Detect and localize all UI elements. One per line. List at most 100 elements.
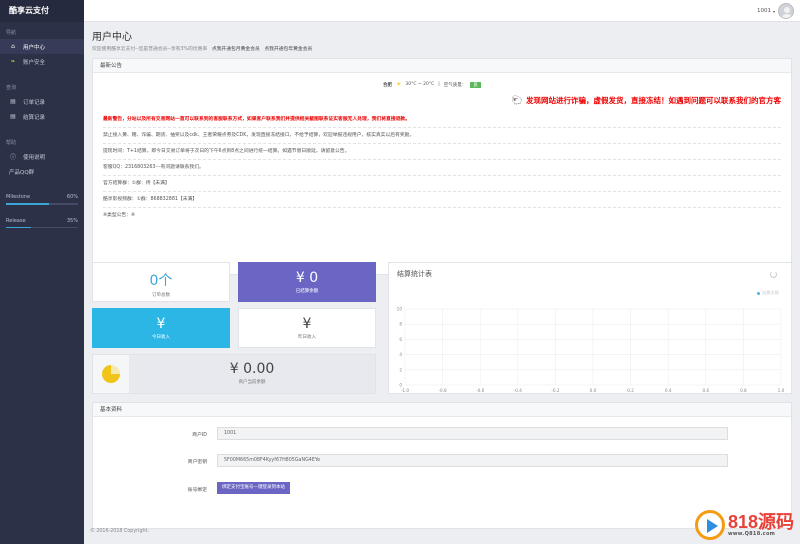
- notice-title: 最新公告: [93, 59, 791, 73]
- sidebar-item-label: 账户安全: [23, 59, 46, 66]
- x-tick-label: 0.8: [740, 388, 747, 393]
- fraud-headline: 🐑 发现网站进行诈骗，虚假发货，直接冻结！如遇到问题可以联系我们的官方客: [511, 95, 781, 106]
- progress-milestone: Milestone 60%: [6, 194, 78, 200]
- user-menu[interactable]: 1001 ▾: [757, 3, 794, 19]
- sidebar-item-user-center[interactable]: ⌂ 用户中心: [0, 39, 84, 54]
- notice-panel: 最新公告 合肥 ☀ 30°C ~ 20°C | 空气质量： 良 🐑 发现网站进行…: [92, 58, 792, 275]
- x-tick-label: -0.4: [514, 388, 523, 393]
- y-tick-label: 10: [397, 307, 403, 312]
- y-tick-label: 8: [399, 322, 402, 327]
- progress-fill: [6, 203, 50, 205]
- progress-fill: [6, 226, 32, 228]
- weather-widget: 合肥 ☀ 30°C ~ 20°C | 空气质量： 良: [383, 81, 481, 88]
- sheep-icon: 🐑: [511, 95, 523, 106]
- basic-info-panel: 基本资料 商户ID 1001 商户密钥 5F00M665m08F4Kyyf67H…: [92, 402, 792, 529]
- chart-plot: 10 8 6 4 2 0-1.0 -0.8 -0.6 -0.4 -0.2 0.0 0.2 0.4 0.6 0…: [397, 307, 785, 394]
- sun-icon: ☀: [396, 81, 402, 88]
- stat-card-balance: ¥ 0.00 商户当前余额: [92, 354, 376, 394]
- merchant-id-row: 商户ID 1001: [93, 427, 791, 443]
- stat-value: 0个: [149, 273, 173, 289]
- yearly-gold-link[interactable]: 点我开通包年黄金会员: [264, 47, 312, 52]
- stat-card-today: ¥ 今日收入: [92, 308, 230, 348]
- notice-line: 官方结算群：①群：待【未满】: [103, 175, 781, 191]
- brand-logo[interactable]: 酷享云支付: [0, 0, 84, 22]
- user-id: 1001: [756, 8, 771, 14]
- stat-card-yesterday: ¥ 昨日收入: [238, 308, 376, 348]
- pie-icon: [93, 355, 129, 393]
- progress-bar-release: [6, 226, 78, 228]
- watermark-logo: 818源码 www.Q818.com: [694, 510, 794, 540]
- merchant-key-field[interactable]: 5F00M665m08F4Kyyf67H805GaNG4EYe: [217, 454, 728, 467]
- stat-label: 商户当前余额: [238, 380, 266, 385]
- stat-value: ¥ 0: [295, 270, 319, 286]
- home-icon: ⌂: [11, 43, 15, 50]
- x-tick-label: 0.4: [665, 388, 672, 393]
- y-tick-label: 4: [399, 352, 402, 357]
- x-tick-label: 1.0: [778, 388, 785, 393]
- monthly-gold-link[interactable]: 点我开通包月黄金会员: [212, 47, 260, 52]
- notice-line: 最新警告，分站以及所有交易网站一直可以联系到的客服联系方式，如果客户联系我们并提…: [103, 117, 411, 122]
- x-tick-label: 0.0: [590, 388, 597, 393]
- sidebar-item-label: 用户中心: [23, 44, 46, 51]
- page-header: 用户中心 欢迎使用酷享云支付--您是普通会员--享有3%的优惠率 点我开通包月黄…: [84, 22, 800, 56]
- footer-copyright: © 2016-2018 Copyright.: [90, 529, 149, 534]
- x-tick-label: -0.2: [551, 388, 560, 393]
- watermark-title: 818源码: [727, 512, 794, 532]
- sidebar-item-label: 订单记录: [23, 99, 46, 106]
- stat-label: 昨日收入: [298, 335, 316, 340]
- stat-label: 订单总数: [152, 293, 170, 298]
- x-tick-label: 0.2: [627, 388, 634, 393]
- sidebar-item-label: 结算记录: [23, 114, 46, 121]
- stat-value: ¥: [156, 316, 166, 332]
- bind-alipay-button[interactable]: 绑定支付宝账号一键登录到本站: [217, 482, 290, 494]
- sidebar-item-instructions[interactable]: ⓘ 使用说明: [0, 149, 84, 164]
- main-content: 用户中心 欢迎使用酷享云支付--您是普通会员--享有3%的优惠率 点我开通包月黄…: [84, 22, 800, 544]
- nav-section-head: 导航: [6, 30, 17, 36]
- nav-section-head: 帮助: [6, 140, 17, 146]
- page-title: 用户中心: [92, 32, 132, 43]
- stat-label: 今日收入: [152, 335, 170, 340]
- list-icon: ▤: [10, 113, 16, 120]
- sidebar-item-account-security[interactable]: ❧ 账户安全: [0, 54, 84, 69]
- list-icon: ▤: [10, 98, 16, 105]
- sidebar-item-qq-group[interactable]: 产品QQ群: [0, 164, 84, 180]
- page-subtitle: 欢迎使用酷享云支付--您是普通会员--享有3%的优惠率 点我开通包月黄金会员 点…: [92, 47, 313, 52]
- sidebar-item-label: 使用说明: [23, 154, 46, 161]
- x-tick-label: -0.6: [476, 388, 485, 393]
- stat-label: 已结算余额: [295, 289, 319, 294]
- x-tick-label: -0.8: [439, 388, 448, 393]
- notice-line: 提现时间：T+1结算，即今日交易订单将于次日的下午6点到8点之间进行统一结算。如…: [103, 143, 781, 159]
- stat-value: ¥: [302, 316, 312, 332]
- y-tick-label: 0: [399, 383, 402, 388]
- notice-line: ※类型公告：※: [103, 207, 781, 223]
- progress-bar-milestone: [6, 203, 78, 205]
- topbar: 1001 ▾: [84, 0, 800, 22]
- nav-section-head: 查询: [6, 85, 17, 91]
- sidebar: 酷享云支付 导航 ⌂ 用户中心 ❧ 账户安全 查询 ▤ 订单记录 ▤ 结算记录 …: [0, 0, 84, 544]
- progress-release: Release 35%: [6, 217, 78, 224]
- sidebar-item-settlement-records[interactable]: ▤ 结算记录: [0, 109, 84, 124]
- merchant-id-label: 商户ID: [192, 433, 207, 438]
- basic-info-title: 基本资料: [93, 403, 791, 417]
- stat-card-settled: ¥ 0 已结算余额: [238, 262, 376, 302]
- air-quality-badge: 良: [470, 81, 481, 88]
- stat-card-orders: 0个 订单总数: [92, 262, 230, 302]
- sidebar-item-order-records[interactable]: ▤ 订单记录: [0, 94, 84, 109]
- play-icon: [694, 510, 725, 540]
- notice-body: 最新警告，分站以及所有交易网站一直可以联系到的客服联系方式，如果客户联系我们并提…: [103, 113, 781, 223]
- notice-line: 禁止接入黄、赌、诈骗、期货、抽奖以及cdk、王者荣耀点券及CDK，发现直接冻结接…: [103, 127, 781, 143]
- y-tick-label: 2: [399, 367, 402, 372]
- merchant-id-field[interactable]: 1001: [217, 427, 728, 440]
- x-tick-label: -1.0: [401, 388, 410, 393]
- notice-line: 酷享影视频群：①群：868832881【未满】: [103, 191, 781, 207]
- account-binding-label: 账号绑定: [187, 488, 207, 493]
- avatar[interactable]: [778, 3, 794, 19]
- x-tick-label: 0.6: [702, 388, 709, 393]
- account-binding-row: 账号绑定 绑定支付宝账号一键登录到本站: [93, 482, 791, 498]
- merchant-key-row: 商户密钥 5F00M665m08F4Kyyf67H805GaNG4EYe: [93, 454, 791, 470]
- chevron-down-icon: ▾: [772, 8, 775, 14]
- y-tick-label: 6: [399, 337, 402, 342]
- settlement-chart: 结算统计表 结算金额 10 8 6 4 2 0 -1.0 -0.8 -0.6 -0.4 -0.2 0.…: [388, 262, 792, 394]
- stat-value: ¥ 0.00: [229, 361, 275, 377]
- leaf-icon: ❧: [10, 58, 16, 65]
